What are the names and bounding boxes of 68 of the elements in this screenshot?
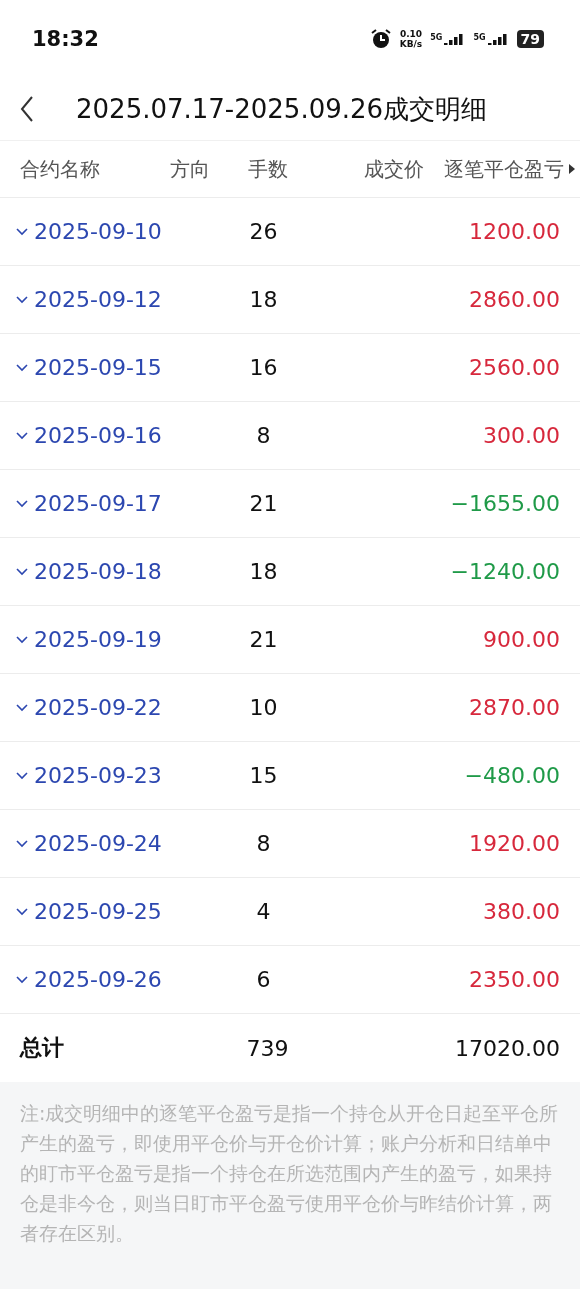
date-row-toggle[interactable]: 2025-09-16 xyxy=(16,423,166,448)
lots-cell-text: 16 xyxy=(248,355,279,380)
chevron-down-icon xyxy=(16,635,28,644)
column-header: 手数 xyxy=(246,155,289,183)
date-row-toggle[interactable]: 2025-09-22 xyxy=(16,695,166,720)
profit-loss-cell: 2560.00 xyxy=(469,355,560,380)
lots-cell-text: 10 xyxy=(248,695,279,720)
column-header: 方向 xyxy=(170,155,211,183)
profit-loss-cell: 2870.00 xyxy=(469,695,560,720)
date-row-toggle[interactable]: 2025-09-25 xyxy=(16,899,166,924)
chevron-down-icon xyxy=(16,975,28,984)
status-time: 18:32 xyxy=(32,27,99,51)
profit-loss-cell: 2860.00 xyxy=(469,287,560,312)
chevron-down-icon xyxy=(16,907,28,916)
date-row-toggle[interactable]: 2025-09-17 xyxy=(16,491,166,516)
profit-loss-cell: 1200.00 xyxy=(469,219,560,244)
chevron-down-icon xyxy=(16,839,28,848)
column-header: 成交价 xyxy=(363,155,425,183)
lots-cell-text: 26 xyxy=(248,219,279,244)
date-row-toggle[interactable]: 2025-09-26 xyxy=(16,967,166,992)
signal-icon xyxy=(486,33,509,45)
profit-loss-cell: 380.00 xyxy=(483,899,560,924)
profit-loss-cell: 2350.00 xyxy=(469,967,560,992)
lots-cell-text: 21 xyxy=(248,627,279,652)
date-row-toggle[interactable]: 2025-09-18 xyxy=(16,559,166,584)
column-header-label: 逐笔平仓盈亏 xyxy=(444,155,564,183)
chevron-down-icon xyxy=(16,771,28,780)
chevron-down-icon xyxy=(16,295,28,304)
profit-loss-cell: −480.00 xyxy=(464,763,560,788)
date-row-toggle[interactable]: 2025-09-10 xyxy=(16,219,166,244)
battery-level: 79 xyxy=(516,30,544,48)
chevron-down-icon xyxy=(16,363,28,372)
column-header: 合约名称 xyxy=(20,155,101,183)
chevron-down-icon xyxy=(16,703,28,712)
profit-loss-cell: 1920.00 xyxy=(469,831,560,856)
chevron-down-icon xyxy=(16,567,28,576)
date-row-toggle[interactable]: 2025-09-15 xyxy=(16,355,166,380)
lots-cell-text: 18 xyxy=(248,559,279,584)
lots-cell-text: 8 xyxy=(255,831,272,856)
chevron-down-icon xyxy=(16,499,28,508)
profit-loss-cell: 300.00 xyxy=(483,423,560,448)
back-icon[interactable] xyxy=(20,96,34,122)
lots-cell-text: 4 xyxy=(255,899,272,924)
note-text: 注:成交明细中的逐笔平仓盈亏是指一个持仓从开仓日起至平仓所产生的盈亏，即使用平仓价与开仓价计算；账户分析和日结单中的盯市平仓盈亏是指一个持仓在所选范围内产生的盈亏，如果持仓是非今仓，则当日盯市平仓盈亏使用平仓价与昨结价计算，两者存在区别。 xyxy=(20,1101,560,1246)
profit-loss-cell: 900.00 xyxy=(483,627,560,652)
lots-cell-text: 8 xyxy=(255,423,272,448)
date-row-toggle[interactable]: 2025-09-19 xyxy=(16,627,166,652)
date-row-toggle[interactable]: 2025-09-24 xyxy=(16,831,166,856)
lots-cell-text: 6 xyxy=(255,967,272,992)
lots-cell-text: 15 xyxy=(248,763,279,788)
alarm-clock-icon xyxy=(369,28,392,50)
profit-loss-cell: −1655.00 xyxy=(450,491,560,516)
page-title: 2025.07.17-2025.09.26成交明细 xyxy=(76,92,488,126)
date-row-toggle[interactable]: 2025-09-23 xyxy=(16,763,166,788)
signal-icon xyxy=(443,33,466,45)
total-lots: 739 xyxy=(245,1035,290,1061)
total-label: 总计 xyxy=(20,1034,65,1062)
right-triangle-icon[interactable] xyxy=(568,163,576,175)
chevron-down-icon xyxy=(16,431,28,440)
network-type: 5G xyxy=(473,33,486,42)
network-type: 5G xyxy=(430,33,443,42)
date-row-toggle[interactable]: 2025-09-12 xyxy=(16,287,166,312)
profit-loss-cell: −1240.00 xyxy=(450,559,560,584)
lots-cell-text: 18 xyxy=(248,287,279,312)
chevron-down-icon xyxy=(16,227,28,236)
total-profit-loss: 17020.00 xyxy=(455,1035,560,1061)
lots-cell-text: 21 xyxy=(248,491,279,516)
network-speed: 0.10 KB/s xyxy=(399,29,423,49)
